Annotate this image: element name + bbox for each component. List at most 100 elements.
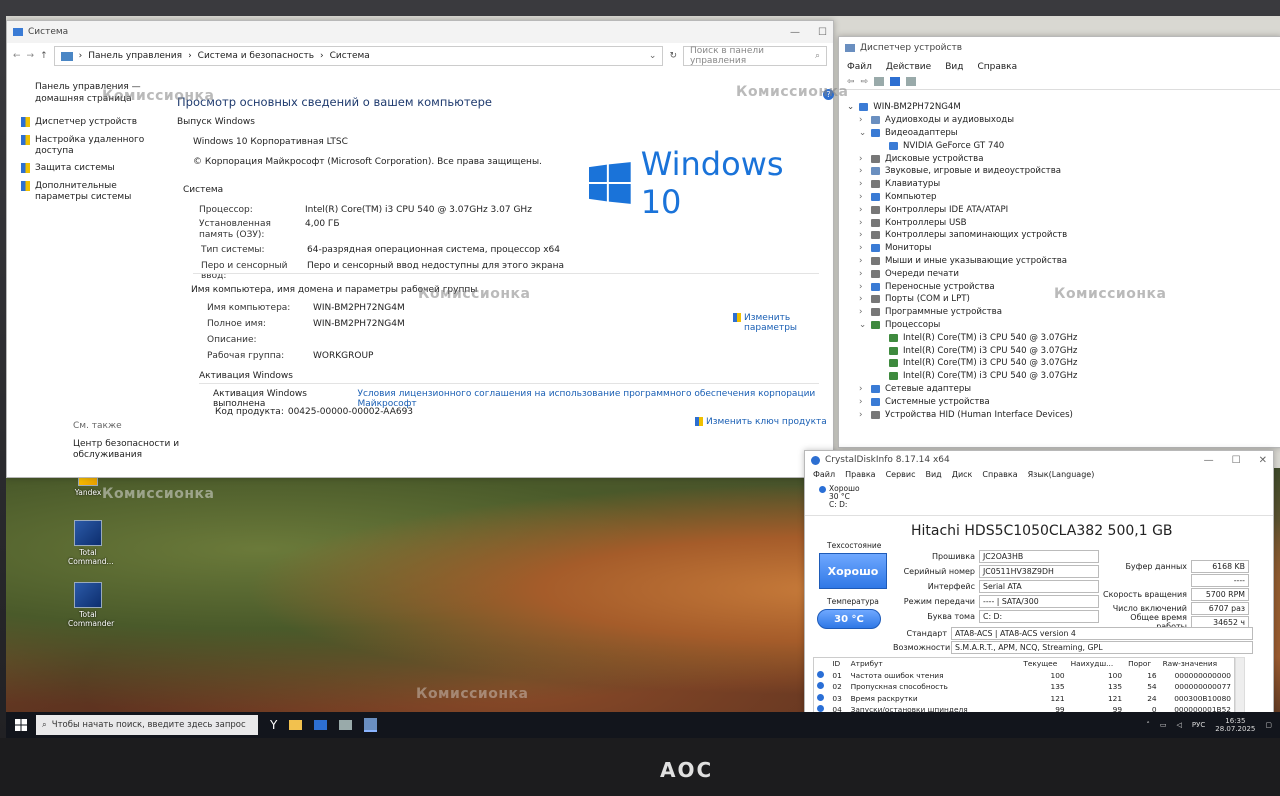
desktop-icon-total-commander-2[interactable]: Total Commander <box>68 582 114 628</box>
chevron-right-icon[interactable]: › <box>859 384 866 394</box>
chevron-right-icon[interactable]: › <box>859 230 866 240</box>
menu-service[interactable]: Сервис <box>886 470 916 479</box>
breadcrumb-item[interactable]: Система и безопасность <box>198 51 314 61</box>
chevron-up-icon[interactable]: ˄ <box>1146 721 1150 729</box>
tree-category[interactable]: › Программные устройства <box>847 306 1077 319</box>
chevron-right-icon[interactable]: › <box>859 218 866 228</box>
chevron-right-icon[interactable]: › <box>859 294 866 304</box>
menu-view[interactable]: Вид <box>945 62 963 72</box>
menu-edit[interactable]: Правка <box>845 470 875 479</box>
chevron-right-icon[interactable]: › <box>859 179 866 189</box>
menu-action[interactable]: Действие <box>886 62 931 72</box>
properties-icon[interactable] <box>874 77 885 86</box>
menu-help[interactable]: Справка <box>977 62 1017 72</box>
refresh-icon[interactable]: ↻ <box>669 51 677 61</box>
column-header[interactable]: Raw-значения <box>1160 658 1234 670</box>
chevron-right-icon[interactable]: › <box>859 166 866 176</box>
column-header[interactable]: Атрибут <box>848 658 1021 670</box>
license-link[interactable]: Условия лицензионного соглашения на испо… <box>357 389 833 409</box>
forward-arrow-icon[interactable]: ⇨ <box>861 77 869 87</box>
menu-disk[interactable]: Диск <box>952 470 973 479</box>
chevron-right-icon[interactable]: › <box>859 397 866 407</box>
menu-file[interactable]: Файл <box>813 470 835 479</box>
chevron-right-icon[interactable]: › <box>859 269 866 279</box>
close-icon[interactable]: ✕ <box>1259 455 1267 466</box>
breadcrumb-item[interactable]: Панель управления <box>88 51 182 61</box>
tree-category[interactable]: › Звуковые, игровые и видеоустройства <box>847 165 1077 178</box>
menu-language[interactable]: Язык(Language) <box>1028 470 1095 479</box>
chevron-right-icon[interactable]: › <box>859 205 866 215</box>
column-header[interactable]: Наихудш... <box>1068 658 1125 670</box>
tree-category[interactable]: › Мониторы <box>847 242 1077 255</box>
back-arrow-icon[interactable]: ← <box>13 51 21 61</box>
tree-category[interactable]: › Дисковые устройства <box>847 152 1077 165</box>
breadcrumb-item[interactable]: Система <box>330 51 370 61</box>
forward-arrow-icon[interactable]: → <box>27 51 35 61</box>
breadcrumb[interactable]: › Панель управления › Система и безопасн… <box>53 46 664 66</box>
chevron-right-icon[interactable]: › <box>859 243 866 253</box>
tree-category[interactable]: › Контроллеры USB <box>847 216 1077 229</box>
tree-device[interactable]: Intel(R) Core(TM) i3 CPU 540 @ 3.07GHz <box>847 344 1077 357</box>
device-manager-taskbar-icon[interactable] <box>339 720 353 730</box>
table-row[interactable]: 03 Время раскрутки 121 121 24 000300B10080 <box>814 693 1234 705</box>
column-header[interactable]: Текущее <box>1020 658 1067 670</box>
tree-category[interactable]: › Контроллеры запоминающих устройств <box>847 229 1077 242</box>
table-row[interactable]: 02 Пропускная способность 135 135 54 00000000… <box>814 681 1234 693</box>
tree-category[interactable]: › Системные устройства <box>847 395 1077 408</box>
notification-icon[interactable]: ▢ <box>1265 721 1272 729</box>
tree-device[interactable]: NVIDIA GeForce GT 740 <box>847 139 1077 152</box>
desktop-icon-total-commander-1[interactable]: Total Command... <box>68 520 114 566</box>
folder-icon[interactable] <box>289 720 303 730</box>
tree-category[interactable]: › Компьютер <box>847 191 1077 204</box>
system-titlebar[interactable]: Система — ☐ <box>7 21 833 43</box>
sidebar-item-advanced[interactable]: Дополнительные параметры системы <box>21 181 171 203</box>
maximize-icon[interactable]: ☐ <box>1232 455 1241 466</box>
minimize-icon[interactable]: — <box>1204 455 1214 466</box>
menu-view[interactable]: Вид <box>925 470 941 479</box>
tree-category[interactable]: › Аудиовходы и аудиовыходы <box>847 114 1077 127</box>
tree-category[interactable]: › Сетевые адаптеры <box>847 383 1077 396</box>
chevron-down-icon[interactable]: ⌄ <box>649 51 657 61</box>
device-manager-titlebar[interactable]: Диспетчер устройств <box>839 37 1280 59</box>
up-arrow-icon[interactable]: ↑ <box>40 51 48 61</box>
yandex-taskbar-icon[interactable]: Y <box>270 718 277 732</box>
chevron-right-icon[interactable]: › <box>859 282 866 292</box>
tree-device[interactable]: Intel(R) Core(TM) i3 CPU 540 @ 3.07GHz <box>847 331 1077 344</box>
language-indicator[interactable]: РУС <box>1192 721 1205 729</box>
tree-device[interactable]: Intel(R) Core(TM) i3 CPU 540 @ 3.07GHz <box>847 357 1077 370</box>
help-icon[interactable] <box>890 77 901 86</box>
maximize-icon[interactable]: ☐ <box>818 27 827 38</box>
menu-file[interactable]: Файл <box>847 62 872 72</box>
tree-category[interactable]: ⌄ Видеоадаптеры <box>847 127 1077 140</box>
change-key-link[interactable]: Изменить ключ продукта <box>695 417 827 427</box>
tree-category[interactable]: › Контроллеры IDE ATA/ATAPI <box>847 203 1077 216</box>
tree-device[interactable]: Intel(R) Core(TM) i3 CPU 540 @ 3.07GHz <box>847 370 1077 383</box>
column-header[interactable]: Порог <box>1125 658 1160 670</box>
security-center-link[interactable]: Центр безопасности и обслуживания <box>73 439 183 461</box>
tree-category[interactable]: › Очереди печати <box>847 267 1077 280</box>
minimize-icon[interactable]: — <box>790 27 800 38</box>
chevron-right-icon[interactable]: › <box>859 192 866 202</box>
chevron-right-icon[interactable]: › <box>859 256 866 266</box>
chevron-right-icon[interactable]: › <box>859 154 866 164</box>
start-button[interactable] <box>6 719 36 731</box>
sidebar-item-device-manager[interactable]: Диспетчер устройств <box>21 117 171 127</box>
network-icon[interactable]: ▭ <box>1160 721 1167 729</box>
clock[interactable]: 16:35 28.07.2025 <box>1215 717 1255 733</box>
chevron-down-icon[interactable]: ⌄ <box>859 128 866 138</box>
tree-category[interactable]: ⌄ Процессоры <box>847 319 1077 332</box>
taskbar-search-input[interactable]: ⌕ Чтобы начать поиск, введите здесь запр… <box>36 715 258 735</box>
tree-category[interactable]: › Порты (COM и LPT) <box>847 293 1077 306</box>
change-settings-link[interactable]: Изменить параметры <box>733 313 797 333</box>
chevron-down-icon[interactable]: ⌄ <box>859 320 866 330</box>
tree-category[interactable]: › Мыши и иные указывающие устройства <box>847 255 1077 268</box>
menu-help[interactable]: Справка <box>982 470 1017 479</box>
chevron-right-icon[interactable]: › <box>859 115 866 125</box>
sidebar-item-protection[interactable]: Защита системы <box>21 163 171 173</box>
tree-root[interactable]: ⌄ WIN-BM2PH72NG4M <box>847 101 1077 114</box>
tree-category[interactable]: › Устройства HID (Human Interface Devices… <box>847 408 1077 421</box>
chevron-right-icon[interactable]: › <box>859 307 866 317</box>
sidebar-item-remote[interactable]: Настройка удаленного доступа <box>21 135 171 157</box>
crystaldisk-titlebar[interactable]: CrystalDiskInfo 8.17.14 x64 — ☐ ✕ <box>805 451 1273 469</box>
volume-icon[interactable]: ◁ <box>1177 721 1182 729</box>
